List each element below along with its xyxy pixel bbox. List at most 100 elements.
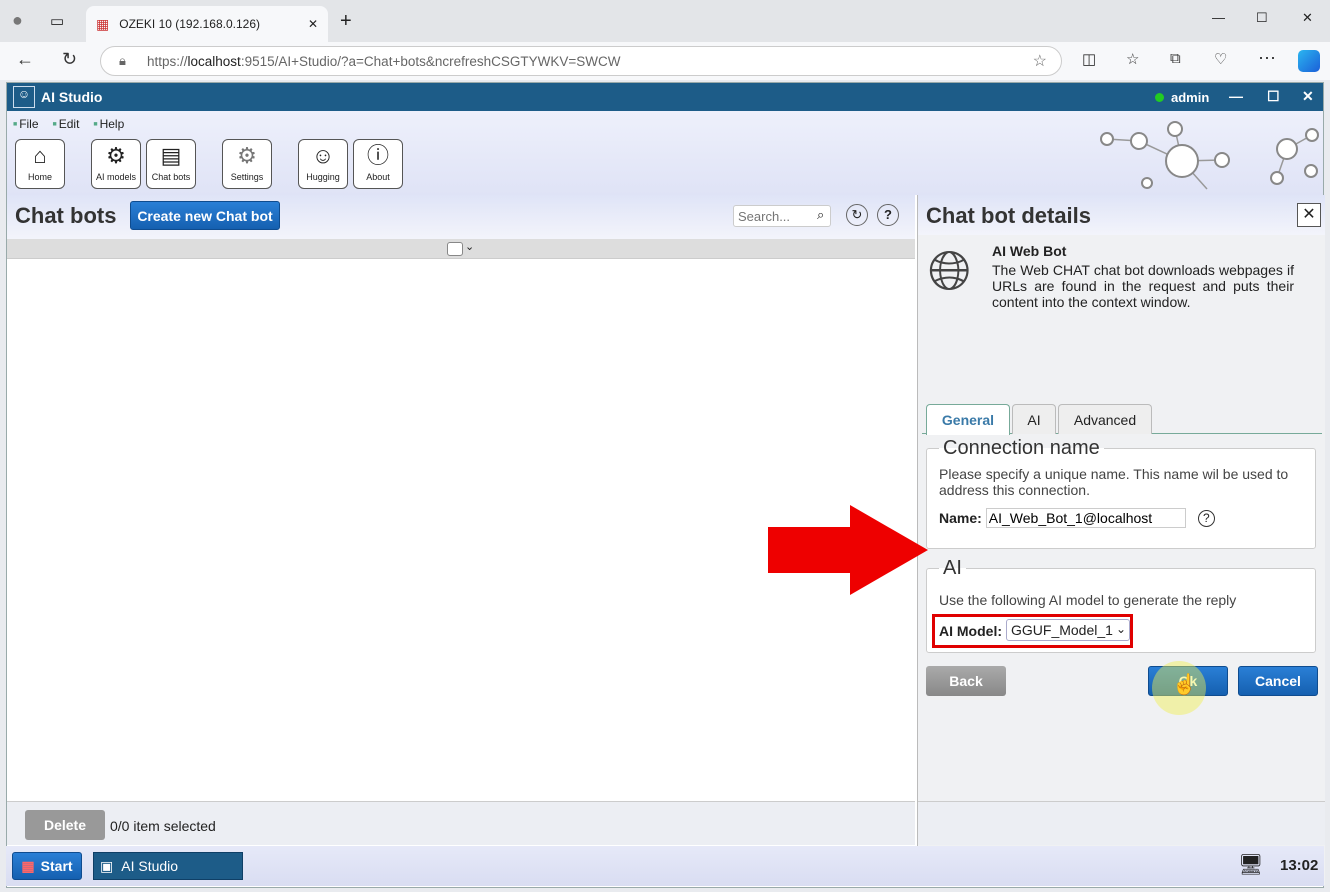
chat-bots-header: Chat bots Create new Chat bot ⌕ ↻ ? [7,195,915,239]
ai-studio-taskbar-icon: ▣ [100,857,114,874]
app-title: AI Studio [41,89,103,105]
ai-models-icon: ⚙ [106,143,126,168]
ai-help-text: Use the following AI model to generate t… [939,592,1237,608]
help-icon[interactable]: ? [877,204,899,226]
details-header: Chat bot details ✕ [918,195,1325,235]
tab-title: OZEKI 10 (192.168.0.126) [119,17,260,31]
name-input[interactable] [985,508,1186,528]
split-screen-icon[interactable]: ◫ [1082,50,1096,68]
maximize-icon[interactable]: ☐ [1256,10,1268,26]
ai-studio-logo-icon: ☺ [13,86,35,108]
monitor-icon[interactable]: 🖥︎ [1238,852,1263,877]
new-tab-icon[interactable]: + [340,10,352,33]
ai-model-select[interactable]: GGUF_Model_1 ⌄ [1006,619,1130,641]
globe-icon: 🌐︎ [928,241,972,301]
settings-label: Settings [230,172,264,182]
ai-studio-app: ☺ AI Studio admin — ☐ ✕ File Edit Help ⌂… [6,82,1325,888]
user-name[interactable]: admin [1171,90,1209,105]
back-icon[interactable]: ← [16,49,34,70]
tab-ai[interactable]: AI [1012,404,1056,434]
performance-icon[interactable]: ♡ [1214,50,1227,68]
ai-legend: AI [943,557,962,579]
more-icon[interactable]: ⋯ [1258,48,1276,69]
reload-icon[interactable]: ↻ [62,49,77,70]
start-label: Start [40,858,73,874]
tab-general[interactable]: General [926,404,1010,435]
close-window-icon[interactable]: ✕ [1302,10,1313,26]
hugging-label: Hugging [306,172,340,182]
url-host: localhost [187,53,241,69]
name-label: Name: [939,510,982,526]
hugging-face-icon: ☺ [311,143,335,168]
url-input[interactable]: 🔒︎ https://localhost:9515/AI+Studio/?a=C… [100,46,1062,76]
ai-models-button[interactable]: ⚙ AI models [91,139,141,189]
home-icon: ⌂ [33,143,47,168]
name-help-icon[interactable]: ? [1197,509,1215,527]
collections-icon[interactable]: ⧉ [1170,50,1181,67]
hand-cursor-icon: ☝ [1172,674,1197,696]
lock-icon: 🔒︎ [119,53,126,68]
list-header: ⌄ [7,239,915,259]
hugging-button[interactable]: ☺ Hugging [298,139,348,189]
ai-models-label: AI models [95,172,137,182]
start-button[interactable]: ▦ Start [12,852,82,880]
ai-model-label: AI Model: [939,623,1002,639]
app-maximize-icon[interactable]: ☐ [1267,88,1280,105]
taskbar-app-label: AI Studio [121,858,179,874]
connection-help-text: Please specify a unique name. This name … [939,466,1289,498]
bot-description: The Web CHAT chat bot downloads webpages… [992,262,1294,310]
settings-button[interactable]: ⚙ Settings [222,139,272,189]
online-status-icon [1155,93,1164,102]
clock: 13:02 [1280,857,1319,874]
search-icon[interactable]: ⌕ [817,207,824,223]
tab-actions-icon[interactable]: ▭ [50,12,64,30]
app-titlebar: ☺ AI Studio admin — ☐ ✕ [7,83,1323,111]
connection-name-section: Connection name Please specify a unique … [926,437,1316,549]
gear-icon: ⚙ [237,143,257,168]
page-title: Chat bots [15,203,117,228]
home-label: Home [27,172,52,182]
tab-advanced[interactable]: Advanced [1058,404,1152,434]
menu-toolbar-area: File Edit Help ⌂ Home ⚙ AI models ▤ Chat bo… [7,111,1323,195]
refresh-icon[interactable]: ↻ [846,204,868,226]
about-label: About [366,172,390,182]
menu-help[interactable]: Help [93,117,125,131]
menu-edit[interactable]: Edit [53,117,80,131]
profile-icon[interactable]: ● [12,10,23,31]
url-rest: :9515/AI+Studio/?a=Chat+bots&ncrefreshCS… [240,53,621,69]
url-prefix: https:// [147,53,188,69]
address-bar-row: ← ↻ 🔒︎ https://localhost:9515/AI+Studio/… [0,42,1330,80]
chat-bots-button[interactable]: ▤ Chat bots [146,139,196,189]
close-details-icon[interactable]: ✕ [1297,203,1321,227]
app-minimize-icon[interactable]: — [1229,88,1243,104]
select-all-checkbox[interactable] [447,242,463,256]
minimize-icon[interactable]: — [1212,10,1225,25]
app-close-icon[interactable]: ✕ [1302,88,1314,105]
network-people-graphic [1100,121,1319,190]
bot-name: AI Web Bot [992,243,1067,259]
home-button[interactable]: ⌂ Home [15,139,65,189]
ozeki-favicon-icon: ▦ [96,15,110,32]
back-button[interactable]: Back [926,666,1006,696]
chat-bot-details-panel: Chat bot details ✕ 🌐︎ AI Web Bot The Web… [917,195,1325,885]
selection-status: 0/0 item selected [110,818,216,834]
browser-tab-bar: ● ▭ ▦ OZEKI 10 (192.168.0.126) ✕ + — ☐ ✕ [0,0,1330,42]
about-button[interactable]: ⓘ About [353,139,403,189]
details-title: Chat bot details [926,203,1092,228]
ai-model-value: GGUF_Model_1 [1011,622,1113,638]
chat-bots-label: Chat bots [151,172,191,182]
taskbar-ai-studio[interactable]: ▣ AI Studio [93,852,243,880]
create-chat-bot-button[interactable]: Create new Chat bot [130,201,280,230]
chevron-down-icon: ⌄ [1115,622,1126,636]
close-tab-icon[interactable]: ✕ [308,17,318,31]
copilot-icon[interactable] [1298,50,1320,72]
connection-name-legend: Connection name [943,437,1100,459]
browser-tab[interactable]: ▦ OZEKI 10 (192.168.0.126) ✕ [86,6,328,42]
favorite-star-icon[interactable]: ☆ [1033,51,1047,71]
chevron-down-icon[interactable]: ⌄ [465,240,474,253]
cancel-button[interactable]: Cancel [1238,666,1318,696]
ozeki-start-icon: ▦ [21,857,35,874]
delete-button[interactable]: Delete [25,810,105,840]
menu-file[interactable]: File [13,117,38,131]
favorites-icon[interactable]: ☆ [1126,50,1139,68]
